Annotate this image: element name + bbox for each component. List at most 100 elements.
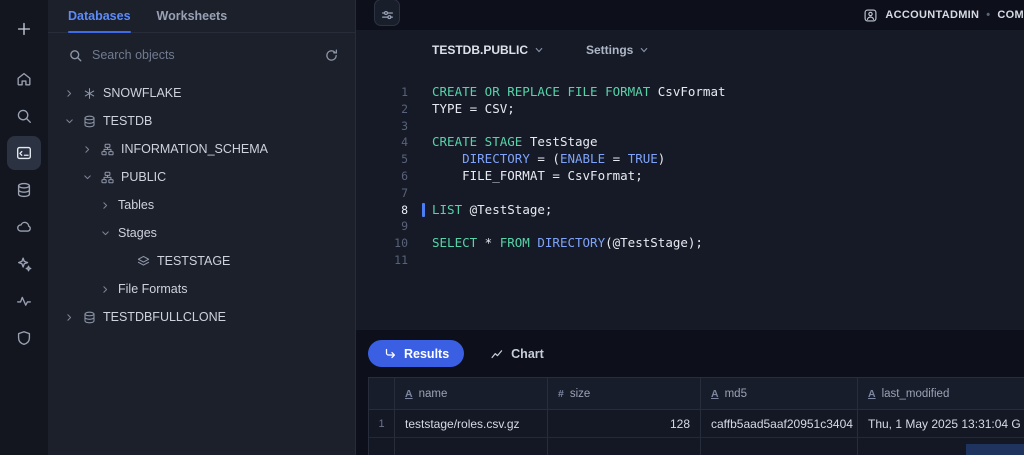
sidebar-item-label: INFORMATION_SCHEMA xyxy=(121,142,268,156)
code-line-11[interactable]: 11 xyxy=(356,252,1024,269)
code-line-9[interactable]: 9 xyxy=(356,218,1024,235)
code-text: LIST @TestStage; xyxy=(432,202,552,219)
rail-item-projects[interactable] xyxy=(7,136,41,170)
gutter xyxy=(408,185,432,202)
rail-item-search[interactable] xyxy=(7,99,41,133)
context-bar: TESTDB.PUBLIC Settings xyxy=(356,30,1024,70)
user-icon xyxy=(863,8,878,23)
line-number: 3 xyxy=(356,118,408,135)
rail-item-plus[interactable] xyxy=(7,12,41,46)
cell-selection-highlight xyxy=(966,444,1024,455)
line-number: 4 xyxy=(356,134,408,151)
chevron-right-icon[interactable] xyxy=(98,200,112,211)
code-line-2[interactable]: 2TYPE = CSV; xyxy=(356,101,1024,118)
tab-worksheets[interactable]: Worksheets xyxy=(157,0,228,32)
sidebar-item-teststage[interactable]: TESTSTAGE xyxy=(48,247,355,275)
code-line-3[interactable]: 3 xyxy=(356,118,1024,135)
name-cell[interactable]: teststage/roles.csv.gz xyxy=(395,410,548,437)
gutter xyxy=(408,168,432,185)
size-cell[interactable]: 128 xyxy=(548,410,701,437)
chart-tab[interactable]: Chart xyxy=(490,347,544,361)
line-number: 2 xyxy=(356,101,408,118)
monitoring-icon xyxy=(15,292,33,310)
sidebar-item-testdbfullclone[interactable]: TESTDBFULLCLONE xyxy=(48,303,355,331)
empty-cell xyxy=(369,438,395,455)
sidebar-item-snowflake[interactable]: SNOWFLAKE xyxy=(48,79,355,107)
results-tab[interactable]: Results xyxy=(368,340,464,367)
chevron-right-icon[interactable] xyxy=(80,144,94,155)
code-text: FILE_FORMAT = CsvFormat; xyxy=(432,168,643,185)
text-type-icon: A xyxy=(405,388,413,400)
sidebar-item-file-formats[interactable]: File Formats xyxy=(48,275,355,303)
marketplace-icon xyxy=(15,218,33,236)
sidebar-item-public[interactable]: PUBLIC xyxy=(48,163,355,191)
code-line-10[interactable]: 10SELECT * FROM DIRECTORY(@TestStage); xyxy=(356,235,1024,252)
gutter xyxy=(408,252,432,269)
code-line-5[interactable]: 5 DIRECTORY = (ENABLE = TRUE) xyxy=(356,151,1024,168)
editor-options-button[interactable] xyxy=(374,0,400,26)
empty-cell xyxy=(548,438,701,455)
chevron-down-icon[interactable] xyxy=(62,116,76,127)
gutter xyxy=(408,118,432,135)
active-statement-marker xyxy=(408,202,432,219)
rail-item-data[interactable] xyxy=(7,173,41,207)
chevron-right-icon[interactable] xyxy=(62,88,76,99)
refresh-icon xyxy=(324,48,339,63)
chevron-down-icon xyxy=(639,45,649,55)
refresh-button[interactable] xyxy=(324,48,339,63)
database-schema-selector[interactable]: TESTDB.PUBLIC xyxy=(432,43,544,57)
sql-editor[interactable]: 1CREATE OR REPLACE FILE FORMAT CsvFormat… xyxy=(356,70,1024,269)
code-line-4[interactable]: 4CREATE STAGE TestStage xyxy=(356,134,1024,151)
rail-item-admin[interactable] xyxy=(7,321,41,355)
table-row[interactable]: 1teststage/roles.csv.gz128caffb5aad5aaf2… xyxy=(369,410,1024,438)
code-line-7[interactable]: 7 xyxy=(356,185,1024,202)
rail-item-marketplace[interactable] xyxy=(7,210,41,244)
gutter xyxy=(408,101,432,118)
gutter xyxy=(408,151,432,168)
code-line-1[interactable]: 1CREATE OR REPLACE FILE FORMAT CsvFormat xyxy=(356,84,1024,101)
code-line-8[interactable]: 8LIST @TestStage; xyxy=(356,202,1024,219)
sidebar-tabs: Databases Worksheets xyxy=(48,0,355,33)
worksheet-editor: TESTDB.PUBLIC Settings 1CREATE OR REPLAC… xyxy=(356,30,1024,330)
home-icon xyxy=(15,70,33,88)
main-panel: ACCOUNTADMIN • COM TESTDB.PUBLIC Setting… xyxy=(356,0,1024,455)
sliders-icon xyxy=(380,7,395,22)
sidebar-item-testdb[interactable]: TESTDB xyxy=(48,107,355,135)
sidebar-item-label: TESTDBFULLCLONE xyxy=(103,310,226,324)
main-header: ACCOUNTADMIN • COM xyxy=(356,0,1024,30)
code-text: SELECT * FROM DIRECTORY(@TestStage); xyxy=(432,235,703,252)
row-number-cell[interactable]: 1 xyxy=(369,410,395,437)
line-number: 9 xyxy=(356,218,408,235)
column-header-name[interactable]: Aname xyxy=(395,378,548,409)
account-menu[interactable]: ACCOUNTADMIN • COM xyxy=(863,8,1024,23)
sidebar-item-label: File Formats xyxy=(118,282,187,296)
column-header-last_modified[interactable]: Alast_modified xyxy=(858,378,1024,409)
chevron-down-icon[interactable] xyxy=(80,172,94,183)
line-number: 1 xyxy=(356,84,408,101)
chevron-right-icon[interactable] xyxy=(62,312,76,323)
md5-cell[interactable]: caffb5aad5aaf20951c3404 xyxy=(701,410,858,437)
rail-item-monitoring[interactable] xyxy=(7,284,41,318)
line-number: 5 xyxy=(356,151,408,168)
gutter xyxy=(408,235,432,252)
sidebar-item-information-schema[interactable]: INFORMATION_SCHEMA xyxy=(48,135,355,163)
sidebar-item-stages[interactable]: Stages xyxy=(48,219,355,247)
last-modified-cell[interactable]: Thu, 1 May 2025 13:31:04 G xyxy=(858,410,1024,437)
rail-item-home[interactable] xyxy=(7,62,41,96)
settings-label: Settings xyxy=(586,43,633,57)
chevron-down-icon[interactable] xyxy=(98,228,112,239)
schema-icon xyxy=(100,170,115,185)
rail-item-ai-ml[interactable] xyxy=(7,247,41,281)
database-icon xyxy=(82,310,97,325)
tab-databases[interactable]: Databases xyxy=(68,0,131,32)
chevron-right-icon[interactable] xyxy=(98,284,112,295)
column-header-md5[interactable]: Amd5 xyxy=(701,378,858,409)
column-header-size[interactable]: #size xyxy=(548,378,701,409)
search-input[interactable]: Search objects xyxy=(68,48,316,63)
settings-menu[interactable]: Settings xyxy=(586,43,649,57)
code-line-6[interactable]: 6 FILE_FORMAT = CsvFormat; xyxy=(356,168,1024,185)
sidebar-item-tables[interactable]: Tables xyxy=(48,191,355,219)
line-number: 11 xyxy=(356,252,408,269)
sidebar-search-row: Search objects xyxy=(48,33,355,77)
sidebar: Databases Worksheets Search objects SNOW… xyxy=(48,0,356,455)
